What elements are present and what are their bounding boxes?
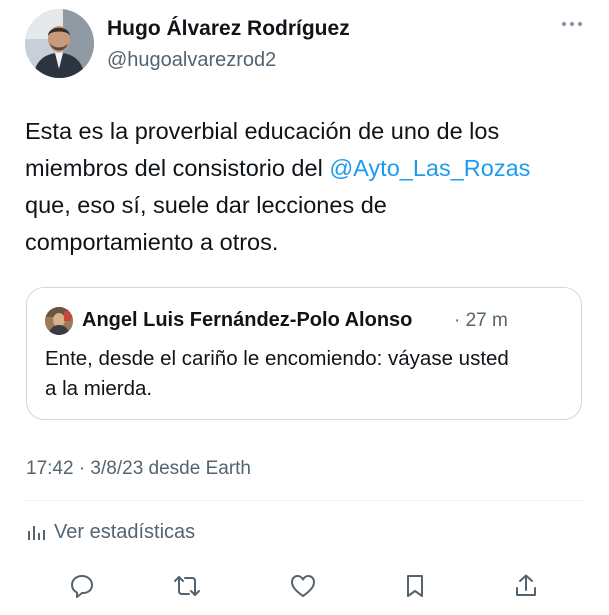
bar-chart-icon [28, 526, 45, 540]
tweet-line: miembros del consistorio del @Ayto_Las_R… [25, 150, 590, 187]
tweet-header: Hugo Álvarez Rodríguez @hugoalvarezrod2 [25, 9, 585, 79]
quoted-time: · 27 m [454, 310, 508, 331]
mention-link[interactable]: @Ayto_Las_Rozas [329, 155, 530, 181]
share-icon[interactable] [510, 570, 542, 602]
quoted-tweet[interactable]: Angel Luis Fernández-Polo Alonso · 27 m … [26, 287, 582, 420]
bookmark-icon[interactable] [399, 570, 431, 602]
heart-icon[interactable] [287, 570, 319, 602]
tweet-timestamp[interactable]: 17:42 · 3/8/23 desde Earth [26, 458, 251, 480]
author-name[interactable]: Hugo Álvarez Rodríguez [107, 17, 350, 41]
quoted-line: a la mierda. [45, 377, 153, 400]
tweet-line-text: miembros del consistorio del [25, 155, 330, 181]
author-avatar[interactable] [25, 9, 94, 78]
tweet-line: comportamiento a otros. [25, 229, 279, 255]
view-stats-label: Ver estadísticas [54, 520, 196, 543]
quoted-author-name[interactable]: Angel Luis Fernández-Polo Alonso [82, 309, 412, 332]
tweet-line: Esta es la proverbial educación de uno d… [25, 118, 500, 144]
quoted-line: Ente, desde el cariño le encomiendo: váy… [45, 347, 509, 370]
tweet-text: Esta es la proverbial educación de uno d… [25, 113, 590, 261]
tweet-line: que, eso sí, suele dar lecciones de [25, 192, 387, 218]
divider [26, 500, 584, 501]
quoted-text: Ente, desde el cariño le encomiendo: váy… [45, 344, 565, 404]
action-bar [0, 566, 609, 606]
author-handle[interactable]: @hugoalvarezrod2 [107, 49, 276, 72]
retweet-icon[interactable] [171, 570, 203, 602]
reply-icon[interactable] [66, 570, 98, 602]
view-stats-link[interactable]: Ver estadísticas [26, 518, 195, 546]
quoted-author-avatar[interactable] [45, 307, 73, 335]
more-icon[interactable] [559, 11, 585, 37]
